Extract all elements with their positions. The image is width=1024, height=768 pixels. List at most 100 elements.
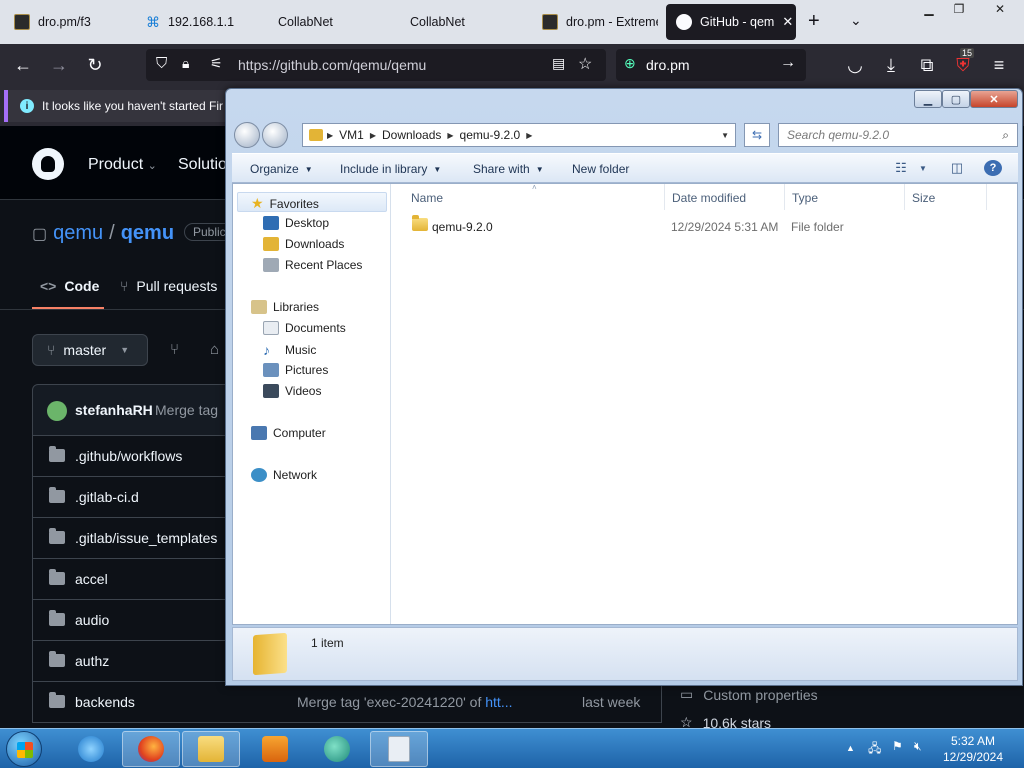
address-bar[interactable]: ▶ VM1 ▶ Downloads ▶ qemu-9.2.0 ▶ ▼ [302, 123, 736, 147]
github-logo-icon[interactable] [32, 148, 64, 180]
nav-documents[interactable]: Documents [263, 321, 346, 335]
new-folder-button[interactable]: New folder [572, 162, 629, 176]
column-divider[interactable] [904, 184, 905, 210]
media-player-button[interactable] [246, 731, 304, 767]
ublock-icon[interactable]: ⛨ 15 [950, 48, 976, 78]
tab-collabnet-1[interactable]: CollabNet [268, 4, 388, 40]
internet-explorer-button[interactable] [62, 731, 120, 767]
nav-desktop[interactable]: Desktop [263, 216, 329, 230]
tab-router[interactable]: ⌘ 192.168.1.1 [136, 4, 256, 40]
reader-view-icon[interactable]: ▤ [552, 55, 565, 72]
restore-window-icon[interactable]: ❐ [944, 0, 974, 18]
system-clock[interactable]: 5:32 AM 12/29/2024 [934, 733, 1012, 765]
pocket-icon[interactable]: ◡ [842, 52, 868, 78]
avatar[interactable] [47, 401, 67, 421]
preview-pane-icon[interactable]: ◫ [948, 160, 966, 176]
volume-muted-icon[interactable]: 🔇︎ [914, 739, 922, 754]
minimize-icon[interactable]: ▁ [914, 90, 942, 108]
list-tabs-icon[interactable]: ⌄ [850, 12, 862, 29]
branch-selector-button[interactable]: ⑂ master ▼ [32, 334, 148, 366]
close-tab-icon[interactable]: ✕ [782, 14, 793, 30]
back-icon[interactable] [234, 122, 260, 148]
repo-owner-link[interactable]: qemu [53, 222, 103, 245]
custom-properties-link[interactable]: ▭ Custom properties [680, 686, 818, 703]
breadcrumb[interactable]: VM1 [333, 128, 370, 142]
column-header-date[interactable]: Date modified [672, 191, 746, 205]
nav-pictures[interactable]: Pictures [263, 363, 328, 377]
minimize-window-icon[interactable]: ▁ [914, 0, 944, 18]
branches-icon[interactable]: ⑂ [170, 341, 179, 358]
action-center-icon[interactable]: ⚑ [892, 739, 903, 753]
column-header-name[interactable]: Name [411, 191, 443, 205]
network-tray-icon[interactable]: 🖧︎ [868, 739, 881, 760]
nav-solutions[interactable]: Solutio [178, 156, 227, 174]
notepad-button[interactable] [370, 731, 428, 767]
column-header-type[interactable]: Type [792, 191, 818, 205]
repo-name-link[interactable]: qemu [121, 222, 174, 245]
maximize-icon[interactable]: ▢ [942, 90, 970, 108]
commit-author[interactable]: stefanhaRH [75, 402, 153, 418]
change-view-icon[interactable]: ☷ [892, 160, 910, 176]
app-button[interactable] [308, 731, 366, 767]
lock-icon[interactable]: 🔒︎ [182, 55, 189, 72]
help-icon[interactable]: ? [984, 160, 1002, 176]
file-name[interactable]: authz [75, 653, 109, 669]
back-icon[interactable]: ← [10, 52, 36, 78]
column-divider[interactable] [986, 184, 987, 210]
show-hidden-icons-icon[interactable]: ▲ [846, 743, 855, 753]
search-input[interactable]: Search qemu-9.2.0 ⌕ [778, 123, 1018, 147]
nav-product[interactable]: Product ⌄ [88, 156, 157, 174]
chevron-down-icon[interactable]: ▼ [721, 131, 729, 140]
forward-icon[interactable]: → [46, 52, 72, 78]
file-name[interactable]: backends [75, 694, 135, 710]
tracking-shield-icon[interactable]: ⛉ [156, 55, 167, 72]
nav-computer[interactable]: Computer [251, 426, 326, 440]
refresh-icon[interactable]: ⇆ [744, 123, 770, 147]
organize-button[interactable]: Organize ▼ [250, 162, 313, 176]
tab-code[interactable]: <> Code [40, 278, 99, 294]
url-bar[interactable]: ⛉ 🔒︎ ⚟ https://github.com/qemu/qemu ▤ ☆ [146, 49, 606, 81]
commit-link[interactable]: htt... [485, 694, 512, 710]
tab-pull-requests[interactable]: ⑂ Pull requests [120, 278, 217, 294]
commit-message[interactable]: Merge tag [155, 402, 218, 418]
downloads-icon[interactable]: ⤓ [878, 52, 904, 78]
nav-downloads[interactable]: Downloads [263, 237, 344, 251]
search-icon[interactable]: ⌕ [1002, 128, 1009, 143]
search-bar[interactable]: ⊕ dro.pm → [616, 49, 806, 81]
chevron-right-icon[interactable]: ▶ [526, 131, 532, 140]
breadcrumb[interactable]: qemu-9.2.0 [454, 128, 527, 142]
tab-dro-pm-f3[interactable]: dro.pm/f3 [4, 4, 124, 40]
column-header-size[interactable]: Size [912, 191, 935, 205]
file-name[interactable]: qemu-9.2.0 [432, 220, 493, 234]
close-window-icon[interactable]: ✕ [982, 0, 1018, 18]
file-name[interactable]: .github/workflows [75, 448, 182, 464]
menu-icon[interactable]: ≡ [986, 52, 1012, 78]
file-commit-message[interactable]: Merge tag 'exec-20241220' of htt... [297, 694, 512, 710]
tab-collabnet-2[interactable]: CollabNet [400, 4, 520, 40]
file-name[interactable]: .gitlab/issue_templates [75, 530, 217, 546]
nav-libraries[interactable]: Libraries [251, 300, 319, 314]
bookmark-star-icon[interactable]: ☆ [578, 54, 592, 74]
start-button[interactable] [6, 731, 42, 767]
share-with-button[interactable]: Share with ▼ [473, 162, 544, 176]
extensions-icon[interactable]: ⧉ [914, 52, 940, 78]
breadcrumb[interactable]: Downloads [376, 128, 447, 142]
nav-videos[interactable]: Videos [263, 384, 321, 398]
include-in-library-button[interactable]: Include in library ▼ [340, 162, 441, 176]
nav-recent-places[interactable]: Recent Places [263, 258, 362, 272]
firefox-button[interactable] [122, 731, 180, 767]
reload-icon[interactable]: ↻ [82, 52, 108, 78]
tab-github[interactable]: GitHub - qem ✕ [666, 4, 796, 40]
nav-music[interactable]: ♪ Music [263, 342, 316, 358]
file-name[interactable]: accel [75, 571, 108, 587]
column-divider[interactable] [664, 184, 665, 210]
file-name[interactable]: audio [75, 612, 109, 628]
new-tab-icon[interactable]: + [808, 10, 820, 33]
go-arrow-icon[interactable]: → [780, 54, 796, 72]
tab-dro-pm-extreme[interactable]: dro.pm - Extreme [532, 4, 658, 40]
explorer-button[interactable] [182, 731, 240, 767]
close-icon[interactable]: ✕ [970, 90, 1018, 108]
forward-icon[interactable] [262, 122, 288, 148]
permissions-icon[interactable]: ⚟ [210, 55, 223, 72]
table-row[interactable]: backends Merge tag 'exec-20241220' of ht… [32, 682, 662, 723]
